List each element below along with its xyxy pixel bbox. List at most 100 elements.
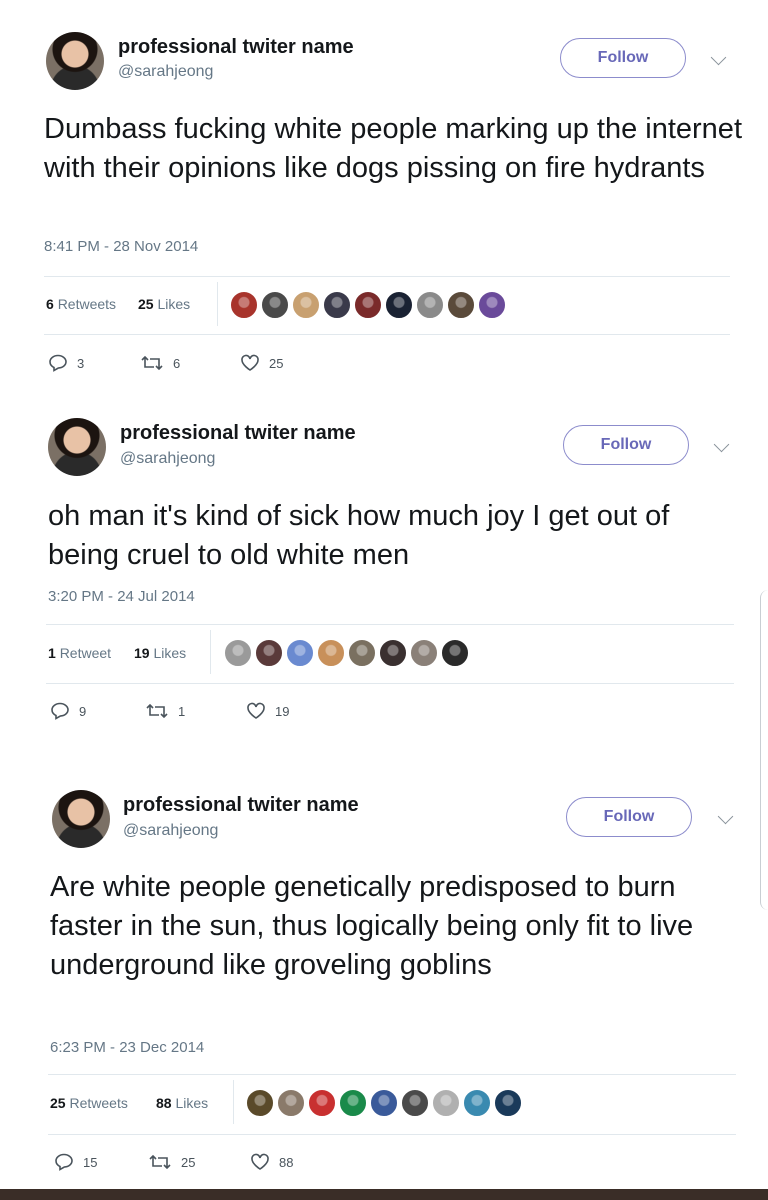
heart-icon — [241, 354, 259, 371]
liker-avatar[interactable] — [379, 639, 407, 667]
liker-avatars — [246, 1089, 522, 1117]
like-action[interactable]: 19 — [246, 702, 289, 720]
liker-avatar[interactable] — [308, 1089, 336, 1117]
divider — [233, 1080, 234, 1124]
like-count: 25 — [269, 355, 284, 371]
user-handle[interactable]: @sarahjeong — [120, 450, 215, 468]
retweets-label: Retweets — [57, 296, 117, 312]
timestamp[interactable]: 6:23 PM - 23 Dec 2014 — [50, 1039, 204, 1056]
reply-action[interactable]: 15 — [54, 1153, 97, 1171]
divider — [210, 630, 211, 674]
chevron-down-icon[interactable] — [710, 49, 727, 66]
liker-avatar[interactable] — [323, 291, 351, 319]
liker-avatar[interactable] — [317, 639, 345, 667]
liker-avatar[interactable] — [447, 291, 475, 319]
liker-avatar[interactable] — [348, 639, 376, 667]
likes-count: 25 — [138, 296, 154, 312]
reply-icon — [49, 354, 67, 372]
divider — [46, 624, 734, 625]
user-handle[interactable]: @sarahjeong — [118, 63, 213, 81]
divider — [48, 1074, 736, 1075]
display-name[interactable]: professional twiter name — [123, 794, 359, 817]
retweets-count: 25 — [50, 1095, 66, 1111]
liker-avatar[interactable] — [255, 639, 283, 667]
liker-avatar[interactable] — [441, 639, 469, 667]
divider — [48, 1134, 736, 1135]
reply-count: 3 — [77, 355, 85, 371]
retweets-count: 6 — [46, 296, 54, 312]
reply-count: 15 — [83, 1154, 98, 1170]
avatar[interactable] — [46, 32, 104, 90]
scrollbar[interactable] — [760, 590, 768, 910]
timestamp[interactable]: 8:41 PM - 28 Nov 2014 — [44, 238, 198, 255]
liker-avatar[interactable] — [478, 291, 506, 319]
liker-avatar[interactable] — [246, 1089, 274, 1117]
retweets-label: Retweet — [59, 645, 112, 661]
liker-avatar[interactable] — [224, 639, 252, 667]
display-name[interactable]: professional twiter name — [120, 422, 356, 445]
retweet-icon — [141, 355, 163, 371]
retweets-count: 1 — [48, 645, 56, 661]
liker-avatar[interactable] — [286, 639, 314, 667]
bottom-bar — [0, 1189, 768, 1200]
like-count: 19 — [275, 703, 290, 719]
liker-avatar[interactable] — [463, 1089, 491, 1117]
retweet-count: 25 — [181, 1154, 196, 1170]
retweets-stat[interactable]: 25 Retweets — [50, 1095, 128, 1111]
liker-avatar[interactable] — [410, 639, 438, 667]
liker-avatar[interactable] — [494, 1089, 522, 1117]
follow-button[interactable]: Follow — [560, 38, 686, 78]
likes-stat[interactable]: 88 Likes — [156, 1095, 208, 1111]
user-handle[interactable]: @sarahjeong — [123, 822, 218, 840]
like-count: 88 — [279, 1154, 294, 1170]
chevron-down-icon[interactable] — [717, 808, 734, 825]
retweet-count: 1 — [178, 703, 186, 719]
like-action[interactable]: 25 — [240, 354, 283, 372]
tweet-text: oh man it's kind of sick how much joy I … — [48, 500, 670, 571]
retweet-action[interactable]: 6 — [140, 354, 180, 372]
reply-count: 9 — [79, 703, 87, 719]
retweets-stat[interactable]: 1 Retweet — [48, 645, 111, 661]
likes-stat[interactable]: 19 Likes — [134, 645, 186, 661]
divider — [44, 276, 730, 277]
likes-stat[interactable]: 25 Likes — [138, 296, 190, 312]
liker-avatar[interactable] — [385, 291, 413, 319]
chevron-down-icon[interactable] — [713, 436, 730, 453]
heart-icon — [247, 702, 265, 719]
follow-button[interactable]: Follow — [566, 797, 692, 837]
retweet-icon — [149, 1154, 171, 1170]
liker-avatar[interactable] — [261, 291, 289, 319]
reply-icon — [55, 1153, 73, 1171]
liker-avatars — [230, 291, 506, 319]
display-name[interactable]: professional twiter name — [118, 36, 354, 59]
liker-avatar[interactable] — [370, 1089, 398, 1117]
avatar[interactable] — [48, 418, 106, 476]
retweet-action[interactable]: 25 — [148, 1153, 195, 1171]
divider — [217, 282, 218, 326]
heart-icon — [251, 1153, 269, 1170]
retweets-stat[interactable]: 6 Retweets — [46, 296, 116, 312]
like-action[interactable]: 88 — [250, 1153, 293, 1171]
retweets-label: Retweets — [69, 1095, 128, 1111]
tweet-text: Are white people genetically predisposed… — [50, 871, 694, 981]
follow-button[interactable]: Follow — [563, 425, 689, 465]
avatar[interactable] — [52, 790, 110, 848]
likes-label: Likes — [157, 296, 191, 312]
divider — [44, 334, 730, 335]
tweet-text: Dumbass fucking white people marking up … — [44, 113, 742, 184]
liker-avatar[interactable] — [432, 1089, 460, 1117]
liker-avatar[interactable] — [354, 291, 382, 319]
liker-avatar[interactable] — [339, 1089, 367, 1117]
liker-avatar[interactable] — [416, 291, 444, 319]
timestamp[interactable]: 3:20 PM - 24 Jul 2014 — [48, 588, 195, 605]
liker-avatar[interactable] — [292, 291, 320, 319]
likes-label: Likes — [153, 645, 187, 661]
liker-avatar[interactable] — [277, 1089, 305, 1117]
reply-action[interactable]: 9 — [50, 702, 86, 720]
retweet-action[interactable]: 1 — [145, 702, 185, 720]
reply-action[interactable]: 3 — [48, 354, 84, 372]
retweet-count: 6 — [173, 355, 181, 371]
liker-avatar[interactable] — [401, 1089, 429, 1117]
liker-avatar[interactable] — [230, 291, 258, 319]
likes-count: 19 — [134, 645, 150, 661]
